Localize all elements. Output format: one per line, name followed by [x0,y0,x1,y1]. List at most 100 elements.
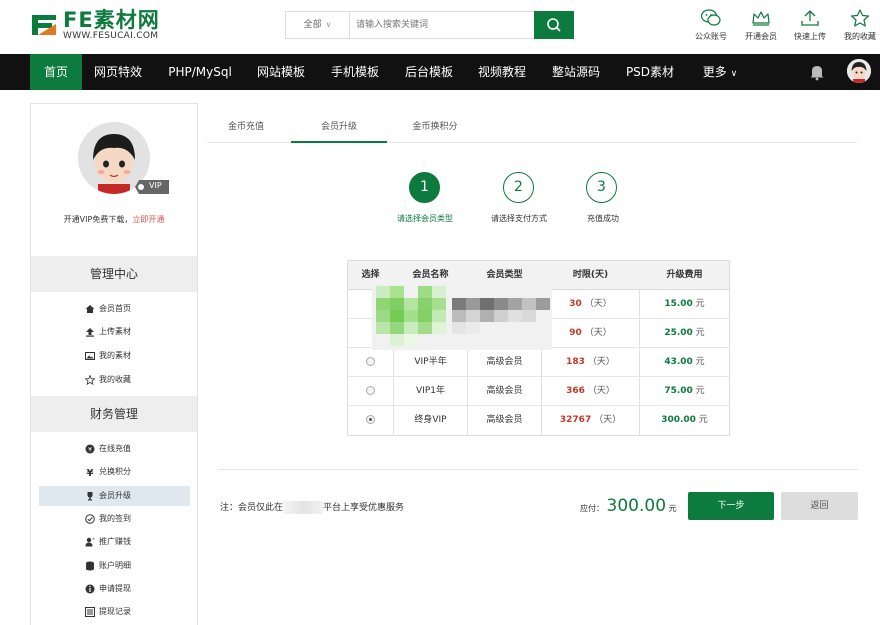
tab-bar: 金币充值 会员升级 金币换积分 [207,113,857,143]
sidebar-item-member-home[interactable]: 会员首页 [39,299,190,319]
plan-radio[interactable] [366,386,375,395]
sidebar-item-upload[interactable]: 上传素材 [39,322,190,342]
type-cell: 高级会员 [486,386,523,396]
duration-cell: 366 （天） [542,377,639,406]
svg-text:¥: ¥ [87,468,94,477]
next-step-button[interactable]: 下一步 [688,492,774,520]
note-prefix: 注：会员仅此在 [220,503,284,513]
user-avatar[interactable] [847,59,871,83]
search-category-label: 全部 [303,20,322,30]
note-suffix: 平台上享受优惠服务 [323,503,405,513]
price-currency: 元 [695,299,705,309]
nav-item-site-templates[interactable]: 网站模板 [248,54,314,90]
bell-icon[interactable] [808,63,826,81]
main-nav: 首页 网页特效 PHP/MySql 网站模板 手机模板 后台模板 视频教程 整站… [0,54,880,90]
duration-days: 366 [566,386,585,396]
duration-days: 30 [569,299,582,309]
duration-cell: 32767 （天） [542,406,639,435]
page: FE素材网 WWW.FESUCAI.COM 全部∨ 公众账号 开通会员 快速上传… [0,0,880,625]
sidebar-item-account-details[interactable]: 账户明细 [39,556,190,576]
duration-unit: （天） [587,386,615,396]
nav-item-web-effects[interactable]: 网页特效 [86,54,150,90]
price-currency: 元 [695,386,705,396]
step-1-label: 请选择会员类型 [397,214,453,223]
star-icon [850,9,870,27]
sidebar-item-withdraw[interactable]: 申请提现 [39,579,190,599]
sidebar-item-checkin[interactable]: 我的签到 [39,509,190,529]
sidebar-item-label: 兑换积分 [99,467,131,476]
sidebar-item-label: 在线充值 [99,444,131,453]
nav-item-more[interactable]: 更多 ∨ [692,54,748,90]
chevron-down-icon: ∨ [325,20,332,29]
table-row[interactable]: VIP半年 高级会员 183 （天） 43.00 元 [348,348,729,377]
nav-item-psd[interactable]: PSD素材 [617,54,683,90]
nav-item-video-tutorials[interactable]: 视频教程 [469,54,535,90]
quick-link-vip[interactable]: 开通会员 [736,6,786,48]
section-title-management: 管理中心 [31,256,197,292]
sidebar-item-label: 会员升级 [99,491,131,500]
price-cell: 75.00 元 [640,377,729,406]
sidebar-item-withdraw-records[interactable]: 提现记录 [39,602,190,622]
info-icon [85,584,95,594]
sidebar-item-label: 推广赚钱 [99,537,131,546]
search-icon [547,18,561,32]
table-row[interactable]: VIP1年 高级会员 366 （天） 75.00 元 [348,377,729,406]
quick-link-favorites[interactable]: 我的收藏 [835,6,880,48]
upload-icon [801,10,819,26]
price-value: 75.00 [664,386,693,396]
duration-unit: （天） [594,415,622,425]
duration-days: 32767 [559,415,592,425]
nav-item-full-source[interactable]: 整站源码 [543,54,609,90]
top-header: FE素材网 WWW.FESUCAI.COM 全部∨ 公众账号 开通会员 快速上传… [0,0,880,54]
vip-promo-link[interactable]: 立即开通 [132,215,164,224]
tab-gold-recharge[interactable]: 金币充值 [214,113,278,143]
section-title-finance: 财务管理 [31,396,197,432]
logo-text: FE素材网 [63,8,160,32]
search-category-select[interactable]: 全部 ∨ [286,12,350,38]
search-button[interactable] [534,11,574,39]
sidebar-item-label: 我的素材 [99,351,131,360]
sidebar-item-promote[interactable]: 推广赚钱 [39,532,190,552]
plan-radio[interactable] [366,357,375,366]
database-icon [86,561,94,571]
quick-link-upload[interactable]: 快速上传 [785,6,835,48]
duration-cell: 30 （天） [542,290,639,319]
plan-radio[interactable] [366,415,375,424]
search-input[interactable] [352,12,535,38]
site-logo[interactable]: FE素材网 WWW.FESUCAI.COM [30,9,175,43]
price-value: 300.00 [661,415,696,425]
nav-item-php-mysql[interactable]: PHP/MySql [160,54,240,90]
upload-icon [86,328,94,337]
quick-link-label: 开通会员 [745,32,777,41]
sidebar-item-exchange-points[interactable]: ¥ 兑换积分 [39,462,190,482]
step-3-indicator: 3 [586,172,617,203]
sidebar-item-my-assets[interactable]: 我的素材 [39,346,190,366]
type-cell: 高级会员 [486,415,523,425]
nav-item-mobile-templates[interactable]: 手机模板 [322,54,388,90]
sidebar-item-member-upgrade[interactable]: 会员升级 [39,486,190,506]
header-duration: 时限(天) [572,270,609,280]
home-icon [85,305,95,313]
type-cell: 高级会员 [486,357,523,367]
price-cell: 15.00 元 [640,290,729,319]
select-cell [348,406,393,435]
sidebar-item-label: 申请提现 [99,584,131,593]
search-box: 全部 ∨ [285,11,574,39]
tab-member-upgrade[interactable]: 会员升级 [291,113,387,143]
sidebar-item-favorites[interactable]: 我的收藏 [39,370,190,390]
due-label: 应付： [580,504,604,513]
tab-gold-to-points[interactable]: 金币换积分 [398,113,472,143]
image-icon [85,352,95,360]
quick-link-label: 快速上传 [794,32,826,41]
sidebar-item-label: 我的收藏 [99,375,131,384]
vip-promo-text: 开通VIP免费下载， [63,215,133,224]
table-row[interactable]: 终身VIP 高级会员 32767 （天） 300.00 元 [348,406,729,435]
plan-table: 选择 会员名称 会员类型 时限(天) 升级费用 30 （天） 15.00 元 9… [347,260,730,436]
nav-item-admin-templates[interactable]: 后台模板 [396,54,462,90]
quick-link-wechat[interactable]: 公众账号 [686,6,736,48]
price-value: 15.00 [664,299,693,309]
sidebar-item-recharge[interactable]: ¥ 在线充值 [39,439,190,459]
nav-item-home[interactable]: 首页 [30,54,82,90]
sidebar: VIP 开通VIP免费下载，立即开通 管理中心 会员首页 上传素材 我的素材 我… [30,103,198,625]
back-button[interactable]: 返回 [781,492,858,520]
